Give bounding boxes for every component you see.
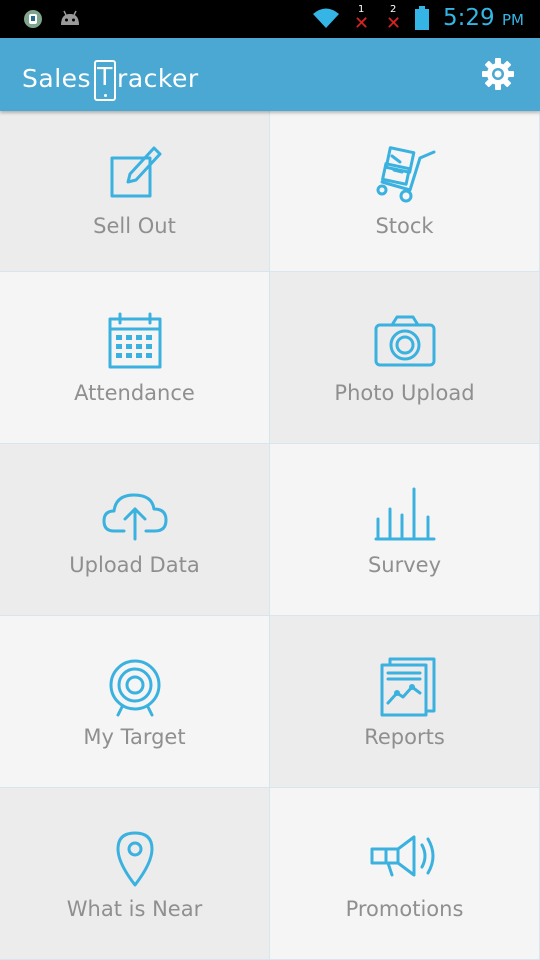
menu-tile-my-target[interactable]: My Target	[0, 616, 270, 788]
menu-tile-what-is-near[interactable]: What is Near	[0, 788, 270, 960]
app-title-part-1: Sales	[22, 64, 92, 93]
edit-icon	[110, 146, 161, 198]
map-pin-icon	[116, 831, 153, 886]
app-title-part-2: racker	[117, 64, 199, 93]
hand-truck-icon	[376, 146, 435, 203]
camera-icon	[374, 315, 435, 366]
calendar-icon	[108, 312, 161, 368]
menu-tile-attendance[interactable]: Attendance	[0, 272, 270, 444]
tile-label: Sell Out	[93, 214, 176, 238]
tile-label: Survey	[367, 552, 442, 577]
tile-label: Upload Data	[69, 552, 200, 577]
menu-tile-sell-out[interactable]: Sell Out	[0, 111, 270, 272]
megaphone-icon	[370, 835, 434, 876]
android-debug-icon	[61, 10, 79, 25]
menu-tile-reports[interactable]: Reports	[270, 616, 540, 788]
tile-label: Photo Upload	[334, 380, 475, 405]
menu-tile-promotions[interactable]: Promotions	[270, 788, 540, 960]
report-icon	[380, 657, 435, 716]
clock-ampm: PM	[502, 11, 524, 29]
phone-logo-letter: T	[94, 60, 117, 101]
tile-label: Promotions	[345, 896, 464, 921]
no-signal-icon: ✕	[386, 13, 402, 33]
tile-label: My Target	[83, 724, 186, 749]
app-notification-icon	[24, 10, 42, 28]
status-bar: 1 ✕ 2 ✕ 5:29 PM	[0, 0, 540, 38]
app-title: Sales T racker	[22, 58, 199, 101]
menu-tile-survey[interactable]: Survey	[270, 444, 540, 616]
menu-tile-stock[interactable]: Stock	[270, 111, 540, 272]
tile-label: What is Near	[66, 896, 203, 921]
sim1-no-signal: 1 ✕	[351, 4, 373, 32]
tile-label: Reports	[364, 724, 445, 749]
menu-tile-upload-data[interactable]: Upload Data	[0, 444, 270, 616]
clock: 5:29 PM	[443, 5, 524, 31]
gear-icon[interactable]	[480, 56, 516, 92]
menu-grid: Sell Out Stock Attendance Photo Upload U…	[0, 111, 540, 960]
menu-tile-photo-upload[interactable]: Photo Upload	[270, 272, 540, 444]
no-signal-icon: ✕	[354, 13, 370, 33]
target-icon	[109, 659, 160, 716]
tile-label: Stock	[375, 214, 434, 238]
sim2-no-signal: 2 ✕	[383, 4, 405, 32]
bar-chart-icon	[374, 487, 435, 540]
clock-time: 5:29	[443, 5, 495, 31]
cloud-upload-icon	[102, 493, 167, 540]
tile-label: Attendance	[74, 380, 195, 405]
battery-icon	[415, 6, 430, 30]
wifi-icon	[313, 8, 340, 28]
app-bar: Sales T racker	[0, 38, 540, 111]
